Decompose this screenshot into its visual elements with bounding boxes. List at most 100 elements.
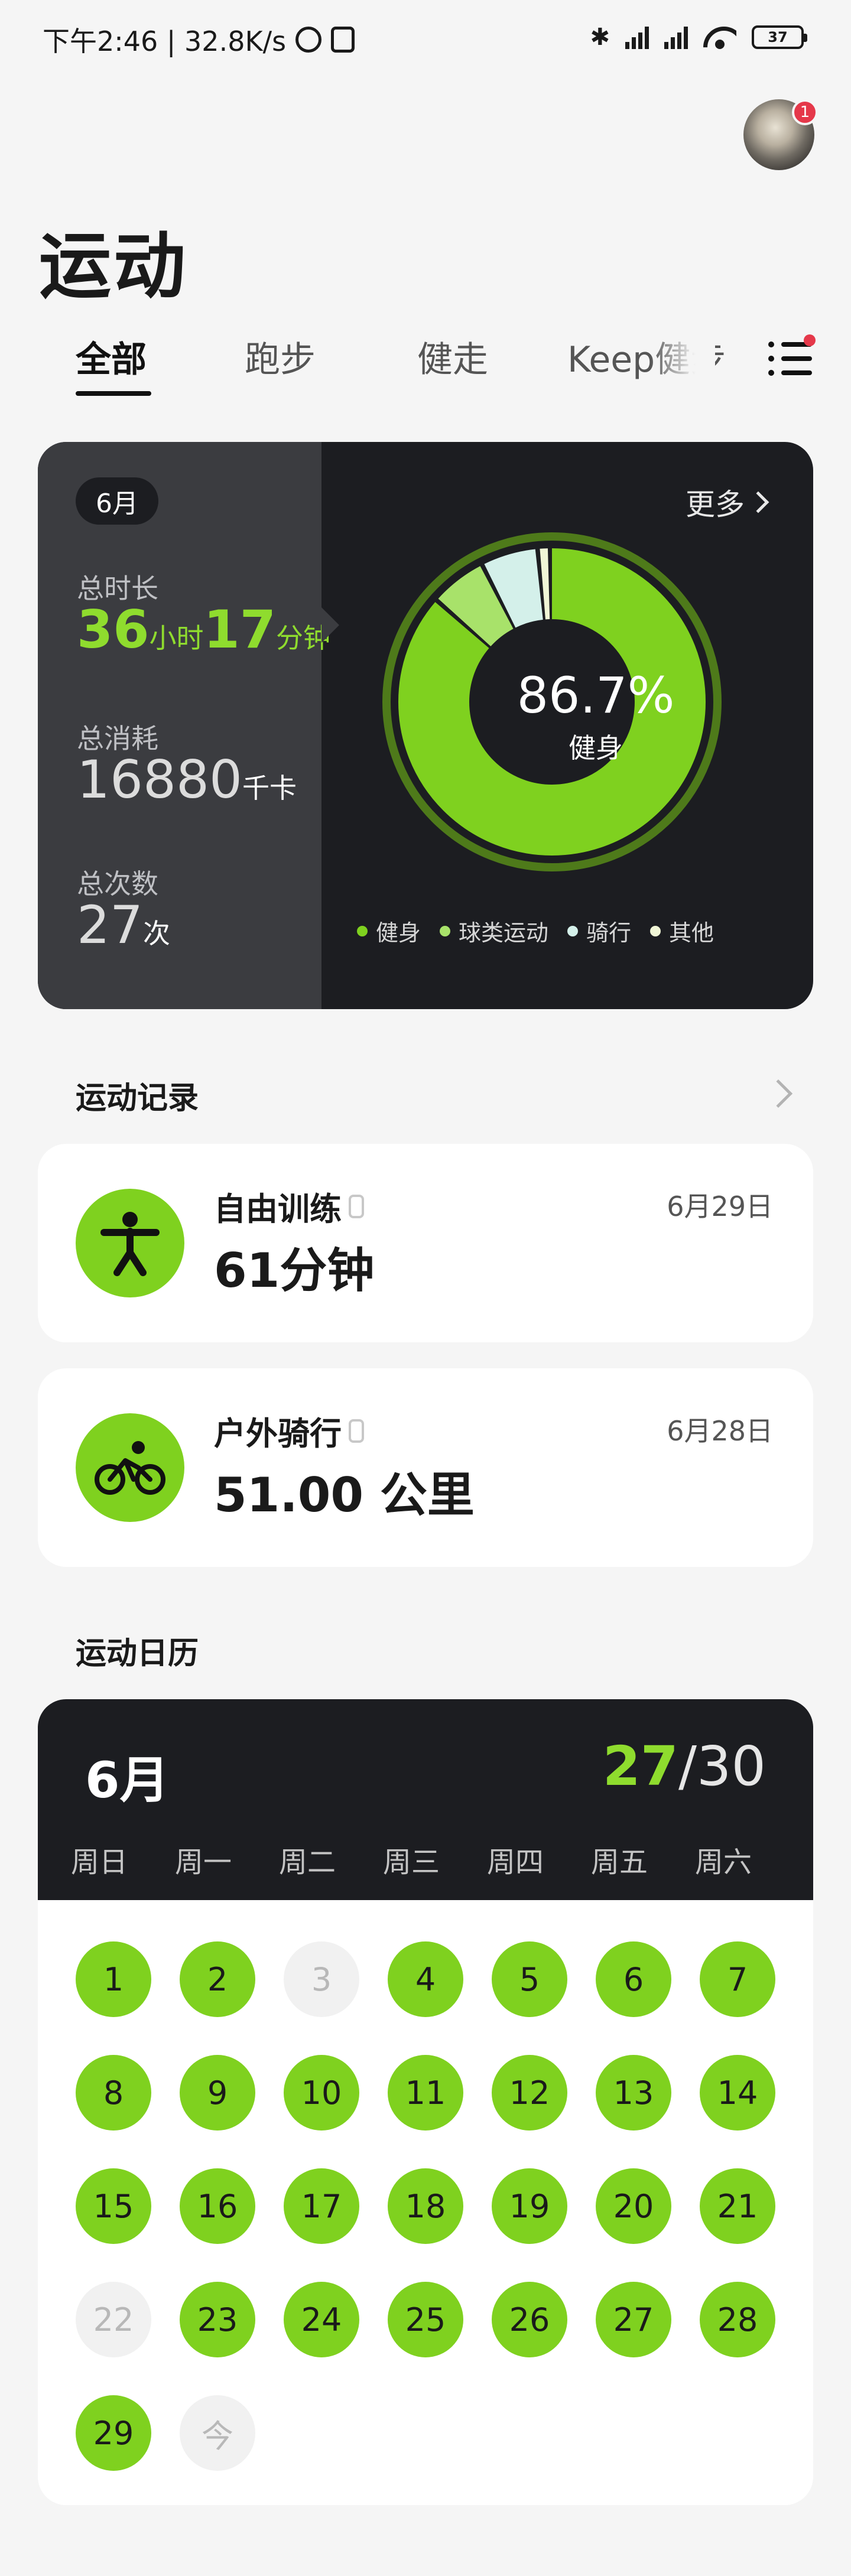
legend-item: 骑行 [567, 915, 631, 947]
calendar-day[interactable]: 2 [180, 1941, 255, 2017]
person-training-icon [76, 1189, 184, 1297]
battery-icon: 37 [752, 25, 807, 49]
calendar-day[interactable]: 12 [492, 2055, 567, 2131]
tab-active-indicator [76, 391, 151, 396]
record-name: 自由训练 [214, 1183, 364, 1230]
calendar-day[interactable]: 1 [76, 1941, 151, 2017]
summary-stats-panel: 6月 总时长 36小时17分钟 总消耗 16880千卡 总次数 27次 [38, 442, 339, 1009]
calories-value: 16880千卡 [77, 749, 297, 810]
duration-value: 36小时17分钟 [77, 599, 330, 660]
record-value: 61分钟 [214, 1243, 375, 1298]
record-date: 6月29日 [667, 1191, 773, 1222]
calendar-day[interactable]: 23 [180, 2282, 255, 2357]
legend-dot [440, 925, 451, 936]
status-time-speed: 下午2:46 | 32.8K/s [43, 25, 287, 57]
monthly-summary-card[interactable]: 6月 总时长 36小时17分钟 总消耗 16880千卡 总次数 27次 更多 8… [38, 442, 813, 1009]
avatar[interactable]: 1 [743, 99, 818, 170]
watch-icon [349, 1194, 364, 1218]
donut-center: 86.7% 健身 [507, 666, 684, 766]
wifi-icon [703, 25, 736, 49]
record-card[interactable]: 自由训练 61分钟 6月29日 [38, 1144, 813, 1342]
page-title: 运动 [39, 225, 188, 308]
record-name: 户外骑行 [214, 1407, 364, 1454]
battery-level: 37 [768, 29, 788, 45]
records-section-title: 运动记录 [76, 1081, 199, 1116]
nfc-icon [331, 27, 355, 53]
calendar-day[interactable]: 5 [492, 1941, 567, 2017]
legend-item: 健身 [357, 915, 421, 947]
weekday-label: 周一 [174, 1846, 232, 1879]
calendar-day[interactable]: 8 [76, 2055, 151, 2131]
calendar-month: 6月 [85, 1751, 170, 1809]
bottom-edge [0, 2541, 851, 2576]
calendar-day[interactable]: 10 [284, 2055, 359, 2131]
calendar-day[interactable]: 24 [284, 2282, 359, 2357]
weekday-label: 周日 [70, 1846, 128, 1879]
record-date: 6月28日 [667, 1415, 773, 1447]
legend-item: 球类运动 [440, 915, 548, 947]
signal-icon [664, 25, 688, 49]
calendar-progress: 27/30 [602, 1735, 766, 1798]
calendar-day[interactable]: 21 [700, 2168, 775, 2244]
weekday-label: 周二 [278, 1846, 336, 1879]
tab-all[interactable]: 全部 [76, 331, 147, 382]
calendar-day[interactable]: 7 [700, 1941, 775, 2017]
calendar-day[interactable]: 20 [596, 2168, 671, 2244]
calendar-day[interactable]: 14 [700, 2055, 775, 2131]
legend-dot [650, 925, 661, 936]
status-right: ✱ 37 [590, 24, 807, 51]
status-bar: 下午2:46 | 32.8K/s ✱ 37 [0, 0, 851, 77]
alarm-icon [295, 27, 322, 53]
weekday-label: 周五 [590, 1846, 648, 1879]
calendar-day[interactable]: 26 [492, 2282, 567, 2357]
tab-fade [650, 331, 715, 390]
calendar-day[interactable]: 29 [76, 2395, 151, 2471]
bluetooth-icon: ✱ [590, 24, 610, 51]
calendar-section-title: 运动日历 [76, 1636, 199, 1671]
calendar-day[interactable]: 13 [596, 2055, 671, 2131]
calendar-day[interactable]: 17 [284, 2168, 359, 2244]
calendar-day[interactable]: 27 [596, 2282, 671, 2357]
calendar-day[interactable]: 3 [284, 1941, 359, 2017]
calendar-day[interactable]: 9 [180, 2055, 255, 2131]
calendar-day[interactable]: 今 [180, 2395, 255, 2471]
menu-red-dot [804, 334, 816, 346]
notification-badge: 1 [792, 99, 818, 125]
record-value: 51.00 公里 [214, 1468, 475, 1523]
tab-bar: 全部 跑步 健走 Keep健步 [0, 331, 851, 402]
cycling-icon [76, 1413, 184, 1522]
calendar-day[interactable]: 16 [180, 2168, 255, 2244]
legend-dot [357, 925, 368, 936]
legend-item: 其他 [650, 915, 714, 947]
calendar-header: 6月 27/30 周日 周一 周二 周三 周四 周五 周六 [38, 1699, 813, 1900]
record-card[interactable]: 户外骑行 51.00 公里 6月28日 [38, 1368, 813, 1567]
calendar-day[interactable]: 6 [596, 1941, 671, 2017]
weekday-label: 周四 [486, 1846, 544, 1879]
calendar-grid: 1 2 3 4 5 6 7 8 9 10 11 12 13 14 15 16 17 18 19 20 21 22 23 24 2… [38, 1900, 813, 2505]
tab-walking[interactable]: 健走 [417, 331, 488, 382]
legend-dot [567, 925, 579, 936]
chevron-right-icon[interactable] [764, 1079, 793, 1108]
watch-icon [349, 1419, 364, 1443]
chevron-right-icon [747, 491, 769, 513]
more-link[interactable]: 更多 [686, 481, 769, 523]
calendar-day[interactable]: 25 [388, 2282, 463, 2357]
calendar-day[interactable]: 22 [76, 2282, 151, 2357]
tab-running[interactable]: 跑步 [245, 331, 316, 382]
signal-icon [625, 25, 649, 49]
calendar-day[interactable]: 19 [492, 2168, 567, 2244]
month-pill: 6月 [76, 477, 158, 525]
calendar-day[interactable]: 15 [76, 2168, 151, 2244]
weekday-label: 周三 [382, 1846, 440, 1879]
more-label: 更多 [686, 487, 745, 522]
calendar-day[interactable]: 11 [388, 2055, 463, 2131]
donut-legend: 健身 球类运动 骑行 其他 [357, 915, 714, 947]
donut-caption: 健身 [569, 732, 623, 764]
donut-percent: 86.7% [517, 666, 675, 724]
weekday-label: 周六 [694, 1846, 752, 1879]
calendar-day[interactable]: 28 [700, 2282, 775, 2357]
calendar-day[interactable]: 18 [388, 2168, 463, 2244]
status-left: 下午2:46 | 32.8K/s [43, 20, 355, 59]
calendar-day[interactable]: 4 [388, 1941, 463, 2017]
menu-list-icon[interactable] [768, 334, 816, 379]
